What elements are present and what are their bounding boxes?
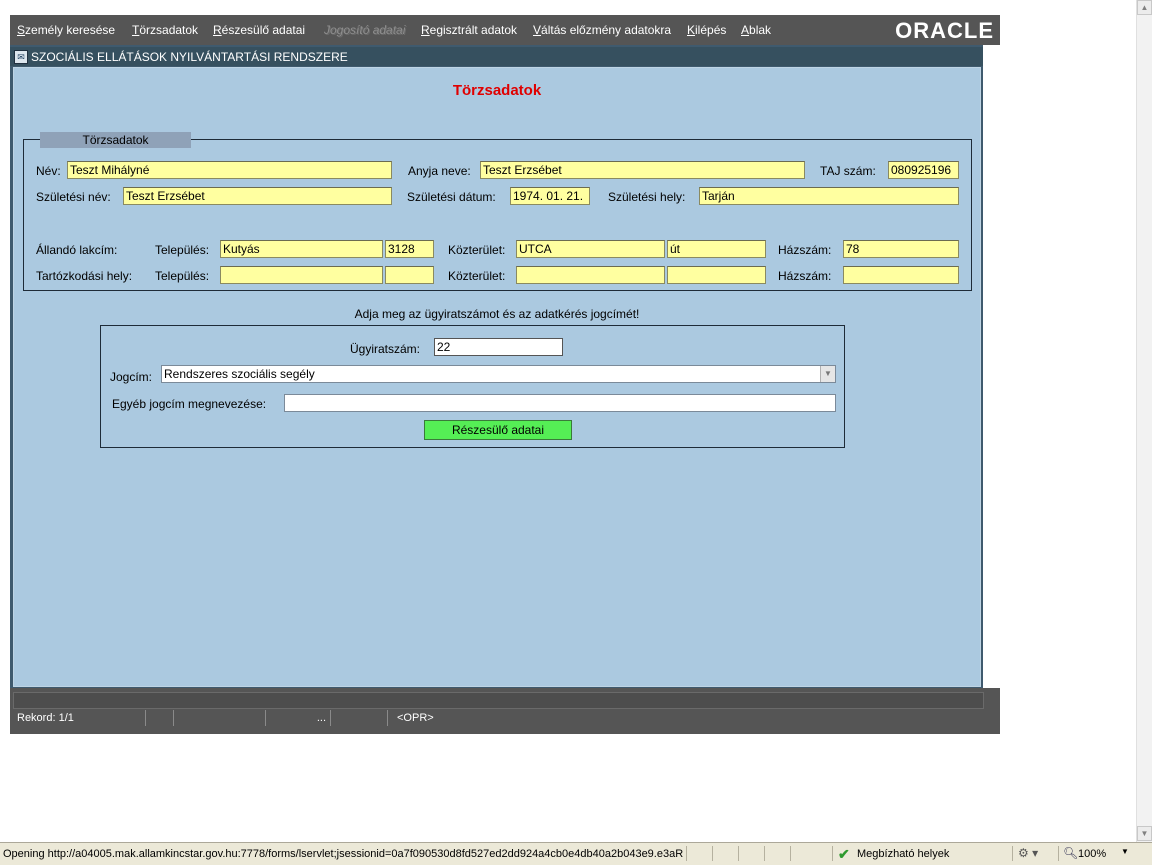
window-title: SZOCIÁLIS ELLÁTÁSOK NYILVÁNTARTÁSI RENDS… [31, 50, 348, 64]
tartozkodasi-telepules-label: Település: [155, 269, 210, 283]
mode-indicator: <OPR> [397, 712, 434, 724]
app-icon: ✉ [14, 50, 28, 64]
jogcim-select[interactable]: Rendszeres szociális segély ▼ [161, 365, 836, 383]
status-divider [738, 846, 739, 861]
browser-scrollbar[interactable]: ▲ ▼ [1136, 0, 1152, 842]
zoom-icon[interactable]: 🔍︎ [1063, 846, 1078, 860]
oracle-logo: ORACLE [895, 18, 994, 43]
status-segment-3 [175, 710, 266, 726]
tartozkodasi-kozterulet-jelleg-field[interactable] [667, 266, 766, 284]
status-divider [1012, 846, 1013, 861]
szuletesi-hely-field[interactable]: Tarján [699, 187, 959, 205]
scroll-up-icon[interactable]: ▲ [1137, 0, 1152, 15]
status-divider [712, 846, 713, 861]
status-divider [832, 846, 833, 861]
page-title: Törzsadatok [452, 82, 542, 99]
menu-jogosito-adatai: Jogosító adatai [324, 23, 406, 37]
chevron-down-icon[interactable]: ▼ [820, 366, 835, 382]
tartozkodasi-hazszam-label: Házszám: [778, 269, 832, 283]
browser-status-text: Opening http://a04005.mak.allamkincstar.… [3, 848, 683, 860]
jogcim-label: Jogcím: [110, 370, 153, 384]
allando-telepules-label: Település: [155, 243, 210, 257]
status-divider [790, 846, 791, 861]
form-window: ✉ SZOCIÁLIS ELLÁTÁSOK NYILVÁNTARTÁSI REN… [10, 45, 983, 688]
checkmark-icon: ✔ [838, 846, 850, 862]
browser-status-bar: Opening http://a04005.mak.allamkincstar.… [0, 842, 1152, 865]
szuletesi-nev-field[interactable]: Teszt Erzsébet [123, 187, 392, 205]
taj-field[interactable]: 080925196 [888, 161, 959, 179]
ugyiratszam-input[interactable]: 22 [434, 338, 563, 356]
record-indicator: Rekord: 1/1 [17, 710, 146, 726]
taj-label: TAJ szám: [820, 164, 876, 178]
allando-telepules-field[interactable]: Kutyás [220, 240, 383, 258]
allando-kozterulet-jelleg-field[interactable]: út [667, 240, 766, 258]
status-divider [1058, 846, 1059, 861]
menu-valtas-elozmeny[interactable]: Váltás előzmény adatokra [533, 23, 671, 37]
szuletesi-nev-label: Születési név: [36, 190, 111, 204]
allando-hazszam-label: Házszám: [778, 243, 832, 257]
ugyiratszam-label: Ügyiratszám: [350, 342, 421, 356]
nev-field[interactable]: Teszt Mihályné [67, 161, 392, 179]
szuletesi-datum-field[interactable]: 1974. 01. 21. [510, 187, 590, 205]
tartozkodasi-irsz-field[interactable] [385, 266, 434, 284]
security-zone-label: Megbízható helyek [857, 848, 950, 860]
form-canvas: Törzsadatok Törzsadatok Név: Teszt Mihál… [13, 67, 981, 687]
tartozkodasi-kozterulet-label: Közterület: [448, 269, 506, 283]
tartozkodasi-hazszam-field[interactable] [843, 266, 959, 284]
status-divider [764, 846, 765, 861]
popup-blocker-icon[interactable]: ⚙ ▾ [1018, 846, 1038, 860]
message-line [13, 692, 984, 709]
nev-label: Név: [36, 164, 61, 178]
torzsadatok-group-title: Törzsadatok [40, 132, 191, 148]
menu-szemely-kereses[interactable]: Személy keresése [17, 23, 115, 37]
menu-regisztralt-adatok[interactable]: Regisztrált adatok [421, 23, 517, 37]
window-titlebar: ✉ SZOCIÁLIS ELLÁTÁSOK NYILVÁNTARTÁSI REN… [10, 47, 983, 66]
menu-kilepes[interactable]: Kilépés [687, 23, 726, 37]
menu-torzsadatok[interactable]: Törzsadatok [132, 23, 198, 37]
allando-hazszam-field[interactable]: 78 [843, 240, 959, 258]
jogcim-select-value: Rendszeres szociális segély [164, 367, 315, 381]
request-prompt: Adja meg az ügyiratszámot és az adatkéré… [354, 307, 640, 321]
allando-lakcim-label: Állandó lakcím: [36, 243, 118, 257]
egyeb-jogcim-input[interactable] [284, 394, 836, 412]
menu-reszesulo-adatai[interactable]: Részesülő adatai [213, 23, 305, 37]
status-segment-ellipsis: ... [267, 710, 331, 726]
allando-kozterulet-label: Közterület: [448, 243, 506, 257]
szuletesi-datum-label: Születési dátum: [407, 190, 496, 204]
status-segment-5 [333, 710, 388, 726]
menu-ablak[interactable]: Ablak [741, 23, 771, 37]
egyeb-jogcim-label: Egyéb jogcím megnevezése: [112, 397, 267, 411]
zoom-level[interactable]: 100% [1078, 848, 1106, 860]
anyja-neve-label: Anyja neve: [408, 164, 471, 178]
tartozkodasi-hely-label: Tartózkodási hely: [36, 269, 133, 283]
status-divider [686, 846, 687, 861]
status-line: Rekord: 1/1 ... <OPR> [13, 710, 993, 727]
allando-irsz-field[interactable]: 3128 [385, 240, 434, 258]
anyja-neve-field[interactable]: Teszt Erzsébet [480, 161, 805, 179]
chevron-down-icon[interactable]: ▼ [1121, 847, 1129, 856]
tartozkodasi-kozterulet-field[interactable] [516, 266, 665, 284]
menu-bar: Személy keresése Törzsadatok Részesülő a… [10, 15, 1000, 45]
allando-kozterulet-field[interactable]: UTCA [516, 240, 665, 258]
scroll-down-icon[interactable]: ▼ [1137, 826, 1152, 841]
status-segment-2 [147, 710, 174, 726]
reszesulo-adatai-button[interactable]: Részesülő adatai [424, 420, 572, 440]
forms-status-area: Rekord: 1/1 ... <OPR> [10, 688, 1000, 734]
szuletesi-hely-label: Születési hely: [608, 190, 686, 204]
tartozkodasi-telepules-field[interactable] [220, 266, 383, 284]
